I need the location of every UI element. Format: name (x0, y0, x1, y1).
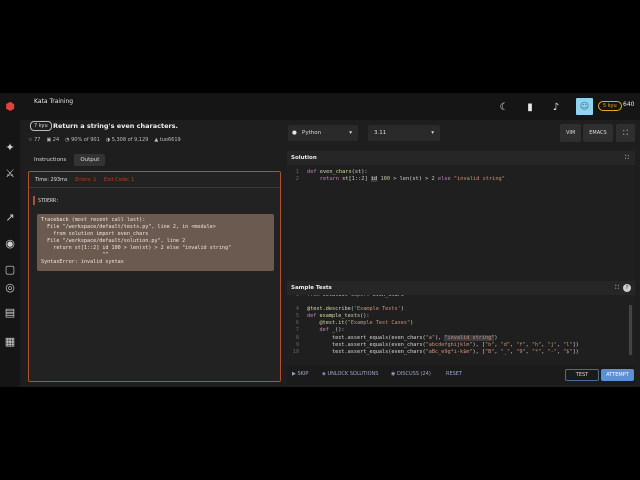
stderr-label: STDERR: (38, 198, 60, 204)
sample-tests-header: Sample Tests ⛶ ? (287, 281, 635, 295)
kata-title: Return a string's even characters. (53, 122, 179, 130)
output-summary: Time: 293ms Errors: 1 Exit Code: 1 (29, 172, 280, 188)
kata-header: 7 kyu Return a string's even characters.… (20, 120, 282, 175)
line-number: 2 (295, 176, 299, 182)
moon-icon[interactable]: ☾ (498, 101, 510, 113)
expand-icon[interactable]: ⛶ (625, 151, 629, 165)
exit-code: Exit Code: 1 (103, 177, 135, 183)
avatar-face-icon: ☺ (579, 101, 590, 112)
chevron-down-icon: ▾ (349, 130, 352, 136)
top-bar: Kata Training ☾ ▮ ♪ ☺ 5 kyu 640 (20, 93, 640, 120)
app-window: ⬢ ✦ ⚔ ↗ ◉ ▢ ◎ ▤ ▦ Kata Training ☾ ▮ ♪ ☺ … (0, 93, 640, 387)
language-select[interactable]: ● Python ▾ (288, 125, 358, 141)
unlock-solutions-button[interactable]: ◈ UNLOCK SOLUTIONS (322, 371, 378, 377)
error-count: Errors: 1 (75, 177, 97, 183)
code-line: def even_chars(st): (307, 169, 368, 175)
stderr-marker (33, 196, 35, 205)
tests-scrollbar[interactable] (629, 305, 632, 355)
kyu-badge: 7 kyu (30, 121, 52, 131)
avatar[interactable]: ☺ (576, 98, 593, 115)
test-button[interactable]: TEST (565, 369, 599, 381)
skip-button[interactable]: ▶ SKIP (292, 371, 308, 377)
docs-icon[interactable]: ▤ (3, 305, 17, 319)
author-stat[interactable]: ▲ tuo6619 (154, 137, 180, 143)
leaders-icon[interactable]: ↗ (3, 210, 17, 224)
attempt-button[interactable]: ATTEMPT (601, 369, 634, 381)
tab-instructions[interactable]: Instructions (28, 154, 72, 166)
reset-button[interactable]: RESET (446, 371, 462, 377)
completions-stat: ◑ 5,308 of 9,129 (105, 137, 149, 143)
kata-stats: ☆ 77 ▣ 24 ◔ 90% of 901 ◑ 5,308 of 9,129 … (28, 137, 181, 143)
editor-modes: VIM EMACS (560, 124, 613, 142)
kata-tabs: Instructions Output (28, 154, 106, 166)
community-icon[interactable]: ◎ (3, 280, 17, 294)
line-number: 10 (292, 349, 299, 355)
line-number: 7 (295, 327, 299, 333)
honor-count: 640 (623, 101, 635, 108)
code-line: def _(): (319, 327, 345, 333)
train-icon[interactable]: ✦ (3, 140, 17, 154)
bookmark-icon[interactable]: ▮ (524, 101, 536, 113)
stars-stat[interactable]: ☆ 77 (28, 137, 40, 143)
codewars-logo-icon[interactable]: ⬢ (3, 99, 17, 113)
bell-icon[interactable]: ♪ (550, 101, 562, 113)
left-rail: ⬢ ✦ ⚔ ↗ ◉ ▢ ◎ ▤ ▦ (0, 93, 20, 387)
code-line: from solution import even_chars (307, 295, 404, 298)
python-icon: ● (292, 130, 297, 136)
action-bar: ▶ SKIP ◈ UNLOCK SOLUTIONS ◉ DISCUSS (24)… (287, 365, 635, 385)
line-number: 3 (295, 295, 299, 298)
collections-stat: ▣ 24 (46, 137, 60, 143)
rank-badge: 5 kyu (598, 101, 622, 111)
satisfaction-stat: ◔ 90% of 901 (65, 137, 100, 143)
discuss-button[interactable]: ◉ DISCUSS (24) (391, 371, 431, 377)
expand-icon[interactable]: ⛶ (615, 281, 619, 295)
sample-tests-editor[interactable]: 3 4 5 6 7 8 9 10 from solution import ev… (287, 295, 635, 361)
help-icon[interactable]: ? (623, 284, 631, 292)
code-line: return st[1::2] id 100 > len(st) > 2 els… (319, 176, 505, 182)
output-panel: Time: 293ms Errors: 1 Exit Code: 1 STDER… (28, 171, 281, 382)
chat-icon[interactable]: ▢ (3, 262, 17, 276)
stderr-output: Traceback (most recent call last): File … (37, 214, 274, 271)
fullscreen-icon[interactable]: ⛶ (616, 124, 635, 142)
code-line: test.assert_equals(even_chars("aBc_e9g*i… (307, 349, 579, 355)
blog-icon[interactable]: ▦ (3, 334, 17, 348)
discord-icon[interactable]: ◉ (3, 236, 17, 250)
tab-output[interactable]: Output (74, 154, 106, 166)
run-time: Time: 293ms (35, 177, 68, 183)
emacs-button[interactable]: EMACS (583, 124, 613, 142)
chevron-down-icon: ▾ (431, 130, 434, 136)
practice-icon[interactable]: ⚔ (3, 166, 17, 180)
line-number: 1 (295, 169, 299, 175)
breadcrumb[interactable]: Kata Training (34, 98, 73, 105)
version-select[interactable]: 3.11 ▾ (368, 125, 440, 141)
solution-header: Solution ⛶ (287, 151, 635, 165)
vim-button[interactable]: VIM (560, 124, 582, 142)
